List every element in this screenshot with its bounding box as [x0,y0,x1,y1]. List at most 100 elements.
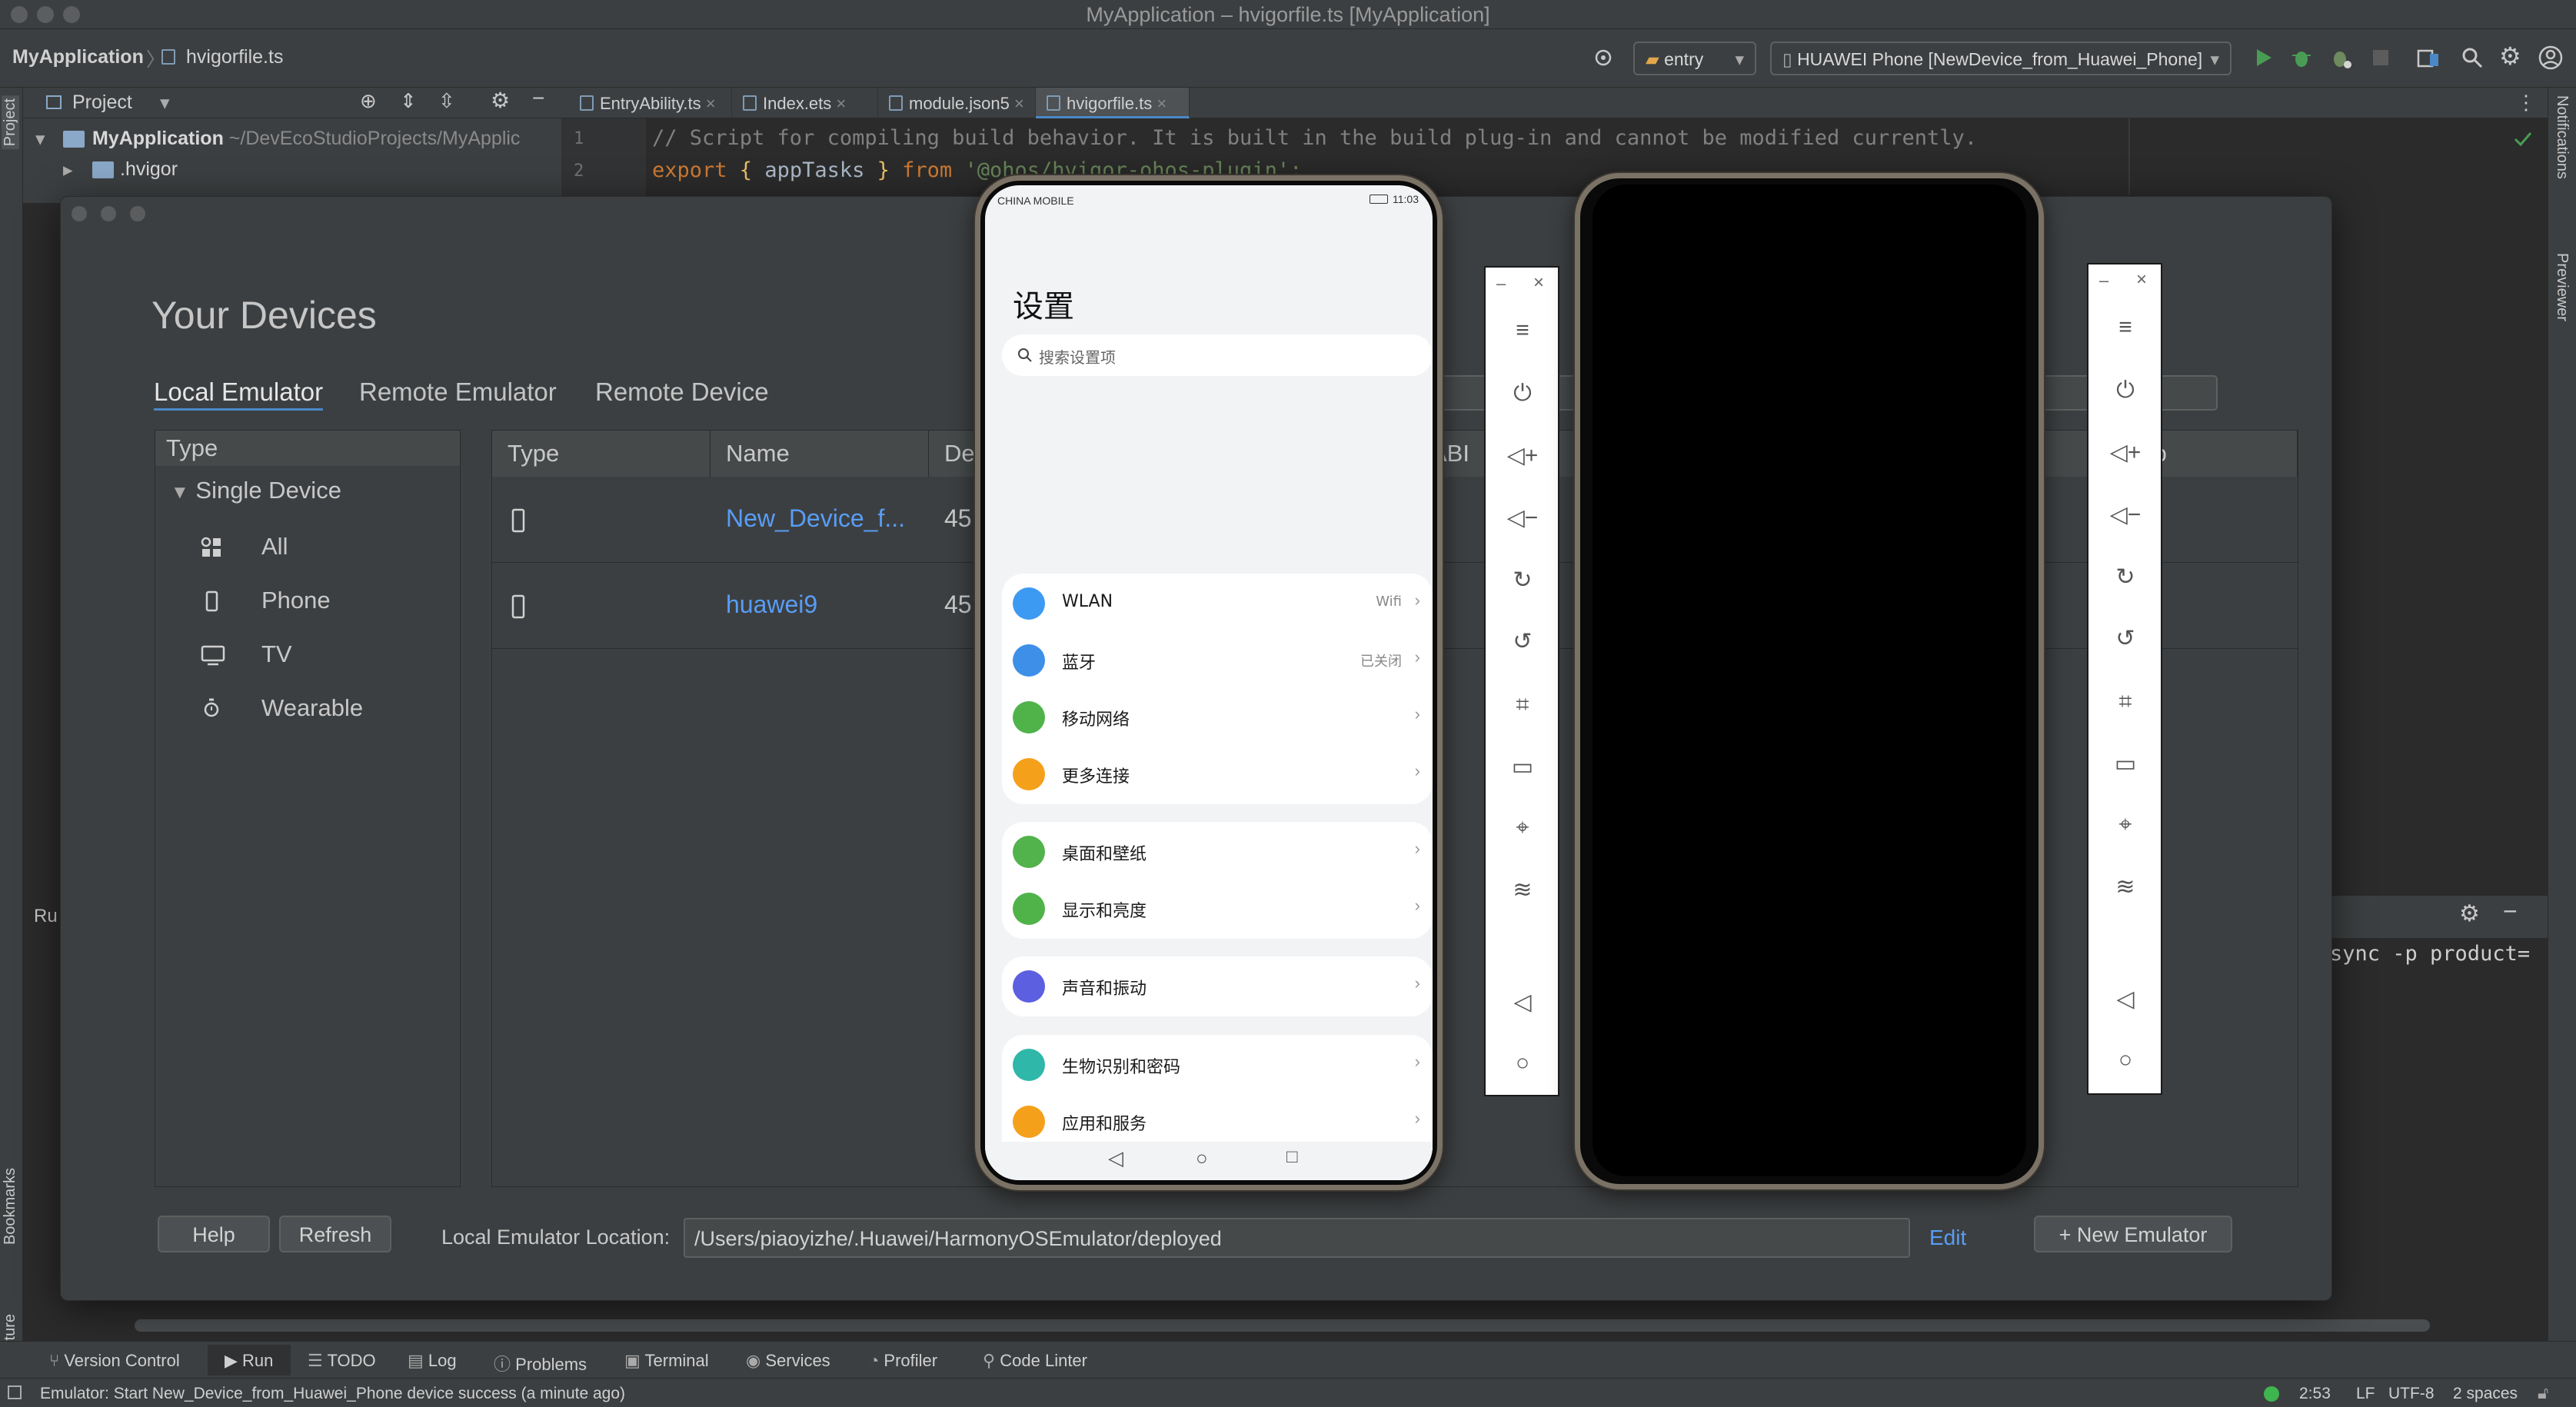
attach-debugger-icon[interactable] [2330,46,2353,69]
type-item-tv[interactable]: TV [261,640,292,668]
column-header-type[interactable]: Type [492,431,711,477]
status-message[interactable]: Emulator: Start New_Device_from_Huawei_P… [40,1385,625,1403]
type-item-all[interactable]: All [261,533,288,560]
home-icon[interactable]: ○ [2088,1047,2162,1073]
settings-row[interactable]: 桌面和壁纸 › [1002,823,1433,880]
emulator-location-input[interactable]: /Users/piaoyizhe/.Huawei/HarmonyOSEmulat… [684,1218,1910,1258]
settings-row[interactable]: WLAN Wifi › [1002,575,1433,632]
horizontal-scrollbar[interactable] [135,1319,2430,1332]
settings-row[interactable]: 更多连接 › [1002,746,1433,803]
battery-icon[interactable]: ▭ [2088,750,2162,777]
indent-setting[interactable]: 2 spaces [2453,1385,2518,1403]
settings-gear-icon[interactable]: ⚙ [2499,42,2521,71]
location-icon[interactable]: ⌖ [1486,815,1559,841]
file-encoding[interactable]: UTF-8 [2388,1385,2435,1403]
close-icon[interactable]: × [2136,269,2147,291]
status-indicator-icon[interactable] [2264,1386,2279,1402]
dialog-close-button[interactable] [72,206,87,221]
target-icon[interactable] [1592,46,1615,69]
tool-tab-code-linter[interactable]: ⚲ Code Linter [983,1351,1087,1371]
back-icon[interactable]: ◁ [2088,986,2162,1013]
battery-icon[interactable]: ▭ [1486,753,1559,780]
device-name-link[interactable]: New_Device_f... [726,504,905,533]
edit-location-link[interactable]: Edit [1929,1226,1966,1250]
tree-item-hvigor[interactable]: .hvigor [120,158,178,181]
settings-row[interactable]: 蓝牙 已关闭 › [1002,632,1433,689]
notifications-tool-tab[interactable]: Notifications [2553,95,2571,179]
refresh-button[interactable]: Refresh [279,1216,391,1252]
screenshot-icon[interactable]: ⌗ [1486,692,1559,718]
close-icon[interactable]: × [1533,272,1544,294]
previewer-tool-tab[interactable]: Previewer [2553,253,2571,321]
debug-icon[interactable] [2290,46,2313,69]
rotate-icon[interactable]: ↻ [1486,567,1559,594]
account-icon[interactable] [2538,45,2564,71]
rotate-left-icon[interactable]: ↺ [1486,628,1559,655]
volume-down-icon[interactable]: ◁− [1486,504,1559,531]
tool-tab-profiler[interactable]: ◔ Profiler [869,1351,937,1371]
settings-row[interactable]: 声音和振动 › [1002,958,1433,1015]
nav-home-icon[interactable]: ○ [1196,1146,1208,1170]
chevron-down-icon[interactable]: ▾ [160,91,170,115]
run-icon[interactable] [2252,46,2275,69]
back-icon[interactable]: ◁ [1486,989,1559,1016]
caret-position[interactable]: 2:53 [2299,1385,2331,1403]
tool-tab-version-control[interactable]: ⑂ Version Control [49,1351,180,1371]
tab-entryability[interactable]: EntryAbility.ts × [569,88,732,118]
chevron-right-icon[interactable]: ▸ [63,158,73,181]
toggle-tool-windows-icon[interactable] [8,1385,22,1399]
rotate-left-icon[interactable]: ↺ [2088,625,2162,652]
tool-tab-problems[interactable]: ⓘ Problems [494,1351,587,1375]
settings-row[interactable]: 显示和亮度 › [1002,880,1433,937]
volume-up-icon[interactable]: ◁+ [1486,442,1559,469]
locate-file-icon[interactable]: ⊕ [360,89,377,113]
dialog-minimize-button[interactable] [101,206,116,221]
new-emulator-button[interactable]: + New Emulator [2034,1216,2232,1252]
power-icon[interactable]: ⏻ [1486,381,1559,407]
minimize-icon[interactable]: – [1496,274,1506,294]
tool-tab-run[interactable]: ▶ Run [225,1351,273,1371]
menu-icon[interactable]: ≡ [1486,318,1559,344]
settings-row[interactable]: 生物识别和密码 › [1002,1036,1433,1093]
chevron-down-icon[interactable]: ▾ [35,128,45,151]
search-icon[interactable] [2461,46,2484,69]
screenshot-icon[interactable]: ⌗ [2088,689,2162,715]
project-view-select[interactable]: Project [72,91,132,114]
tool-tab-terminal[interactable]: ▣ Terminal [624,1351,709,1371]
menu-icon[interactable]: ≡ [2088,314,2162,341]
phone-screen[interactable]: CHINA MOBILE 11:03 设置 搜索设置项 WLAN Wifi › 蓝牙已… [985,185,1433,1180]
type-item-wearable[interactable]: Wearable [261,694,363,722]
hide-panel-icon[interactable]: − [532,86,544,111]
rotate-icon[interactable]: ↻ [2088,564,2162,590]
device-select[interactable]: ▯ HUAWEI Phone [NewDevice_from_Huawei_Ph… [1770,42,2232,75]
panel-settings-icon[interactable]: ⚙ [491,88,510,113]
tool-tab-todo[interactable]: ☰ TODO [308,1351,376,1371]
nav-back-icon[interactable]: ◁ [1108,1146,1123,1170]
settings-row[interactable]: 移动网络 › [1002,689,1433,746]
stop-icon[interactable] [2373,50,2388,65]
breadcrumb-file[interactable]: hvigorfile.ts [186,46,283,68]
wifi-icon[interactable]: ≋ [1486,876,1559,903]
device-manager-icon[interactable] [2416,46,2441,69]
tree-root[interactable]: MyApplication ~/DevEcoStudioProjects/MyA… [92,128,520,150]
group-single-device[interactable]: ▼ Single Device [171,477,341,504]
line-separator[interactable]: LF [2356,1385,2375,1403]
module-select[interactable]: ▰ entry ▾ [1633,42,1756,75]
tab-hvigorfile[interactable]: hvigorfile.ts × [1036,88,1190,118]
expand-all-icon[interactable]: ⇕ [400,89,417,113]
breadcrumb-project[interactable]: MyApplication [12,46,144,68]
bookmarks-tool-tab[interactable]: Bookmarks [2,1168,19,1245]
wifi-icon[interactable]: ≋ [2088,873,2162,900]
run-settings-icon[interactable]: ⚙ [2459,900,2480,927]
phone-screen-off[interactable] [1593,185,2026,1176]
lock-icon[interactable]: 🔓︎ [2538,1383,2548,1403]
tool-tab-log[interactable]: ▤ Log [408,1351,457,1371]
help-button[interactable]: Help [158,1216,270,1252]
tab-local-emulator[interactable]: Local Emulator [154,378,324,411]
tab-index[interactable]: Index.ets × [732,88,878,118]
tab-remote-emulator[interactable]: Remote Emulator [359,378,557,407]
console-output[interactable]: sync -p product= [2330,942,2530,966]
tab-module-json[interactable]: module.json5 × [878,88,1036,118]
minimize-icon[interactable]: – [2099,271,2108,291]
project-tool-tab[interactable]: Project [2,95,19,150]
